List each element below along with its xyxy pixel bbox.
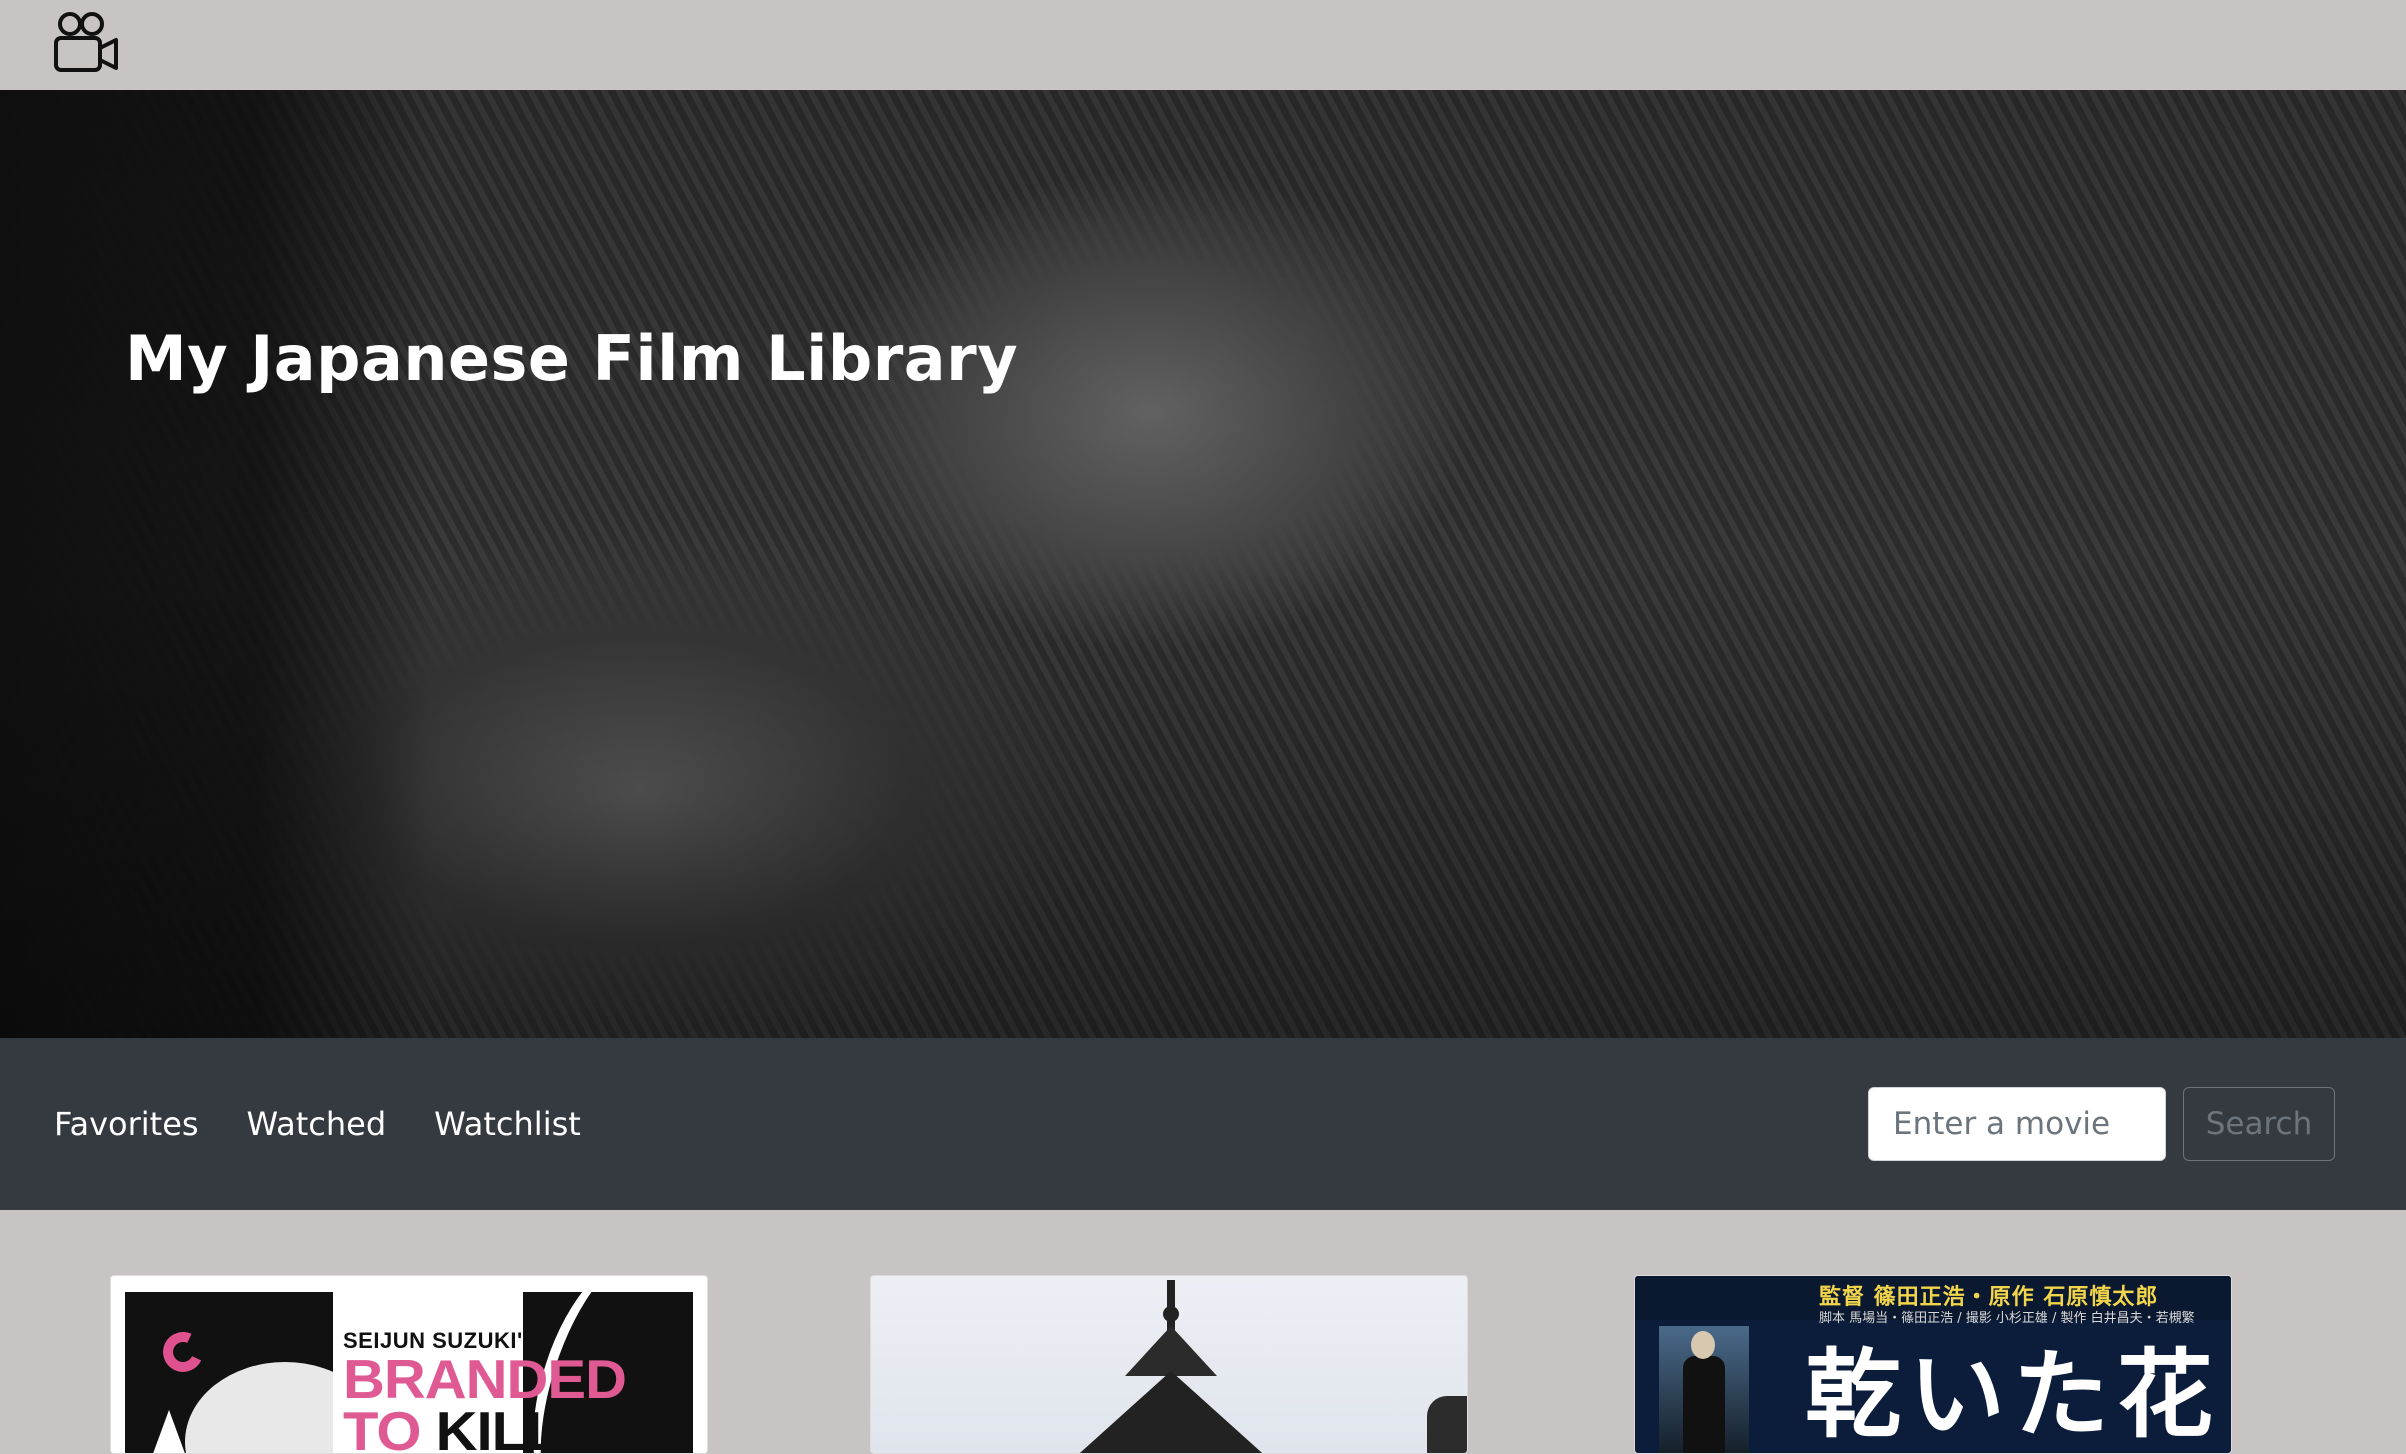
hero-title: My Japanese Film Library xyxy=(125,322,1019,395)
nav-links: Favorites Watched Watchlist xyxy=(54,1038,581,1210)
poster-title: 乾いた花 xyxy=(1805,1338,2221,1451)
movie-poster: SEIJUN SUZUKI'S BRANDED TO KILL xyxy=(111,1276,707,1453)
nav-link-watchlist[interactable]: Watchlist xyxy=(434,1105,581,1143)
hero-banner: My Japanese Film Library xyxy=(0,90,2406,1038)
search-button[interactable]: Search xyxy=(2183,1087,2335,1161)
movie-card-pale-flower[interactable]: 監督 篠田正浩・原作 石原慎太郎 脚本 馬場当・篠田正浩 / 撮影 小杉正雄 /… xyxy=(1634,1275,2232,1454)
nav-link-watched[interactable]: Watched xyxy=(247,1105,387,1143)
movie-poster xyxy=(871,1276,1467,1453)
nav-link-favorites[interactable]: Favorites xyxy=(54,1105,199,1143)
movie-camera-icon[interactable] xyxy=(50,8,120,78)
pagoda-illustration xyxy=(1167,1280,1175,1330)
poster-photo xyxy=(125,1292,333,1453)
criterion-logo-icon xyxy=(157,1326,209,1378)
movie-card-branded-to-kill[interactable]: SEIJUN SUZUKI'S BRANDED TO KILL xyxy=(110,1275,708,1454)
movie-poster: 監督 篠田正浩・原作 石原慎太郎 脚本 馬場当・篠田正浩 / 撮影 小杉正雄 /… xyxy=(1635,1276,2231,1453)
top-bar xyxy=(0,0,2406,90)
poster-title: SEIJUN SUZUKI'S BRANDED TO KILL xyxy=(343,1328,627,1453)
movie-card-pagoda[interactable] xyxy=(870,1275,1468,1454)
search-input[interactable] xyxy=(1868,1087,2166,1161)
